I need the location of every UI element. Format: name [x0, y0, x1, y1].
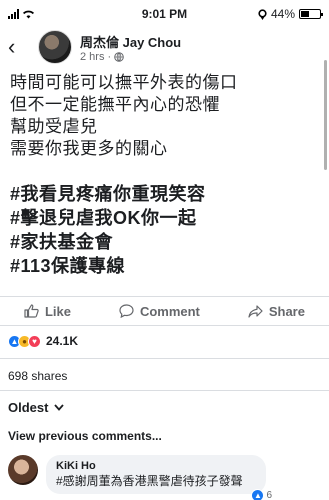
love-reaction-icon: ♥	[28, 334, 41, 348]
battery-icon	[299, 9, 323, 19]
avatar[interactable]	[8, 455, 38, 485]
action-bar: Like Comment Share	[0, 296, 329, 326]
thumbs-up-icon	[24, 304, 39, 318]
wifi-icon	[23, 10, 34, 19]
post-line: 需要你我更多的關心	[10, 139, 168, 158]
post-header: ‹ 周杰倫 Jay Chou 2 hrs ·	[0, 28, 329, 66]
divider	[0, 390, 329, 391]
post-line: 時間可能可以撫平外表的傷口	[10, 73, 238, 92]
hashtag-link[interactable]: #113保護專線	[10, 254, 319, 278]
share-button[interactable]: Share	[248, 304, 305, 319]
hashtag-link[interactable]: #家扶基金會	[10, 230, 319, 254]
share-icon	[248, 304, 263, 318]
comment-reactions[interactable]: ▲ 6	[251, 489, 272, 500]
like-reaction-icon: ▲	[251, 489, 265, 500]
status-bar: 9:01 PM 44%	[0, 0, 329, 28]
view-previous-comments[interactable]: View previous comments...	[8, 429, 162, 443]
signal-wifi	[8, 9, 35, 19]
comment-icon	[119, 304, 134, 318]
reaction-summary[interactable]: ▲ ● ♥ 24.1K	[8, 334, 78, 348]
post-body: 時間可能可以撫平外表的傷口 但不一定能撫平內心的恐懼 幫助受虐兒 需要你我更多的…	[0, 66, 329, 278]
globe-icon	[114, 51, 124, 62]
reaction-count: 24.1K	[46, 334, 79, 348]
signal-icon	[8, 9, 19, 19]
divider	[0, 358, 329, 359]
chevron-left-icon[interactable]: ‹	[8, 36, 30, 58]
chevron-down-icon	[54, 404, 65, 411]
hashtag-link[interactable]: #我看見疼痛你重現笑容	[10, 182, 319, 206]
scrollbar[interactable]	[324, 60, 327, 170]
comment-item: KiKi Ho #感謝周董為香港黑警虐待孩子發聲 ▲ 6	[8, 455, 272, 500]
comment-button[interactable]: Comment	[119, 304, 200, 319]
avatar[interactable]	[38, 30, 72, 64]
comment-text: #感謝周董為香港黑警虐待孩子發聲	[56, 474, 243, 488]
comment-bubble[interactable]: KiKi Ho #感謝周董為香港黑警虐待孩子發聲 ▲ 6	[46, 455, 272, 500]
battery-percent: 44%	[270, 7, 295, 21]
like-button[interactable]: Like	[24, 304, 71, 319]
author-name[interactable]: 周杰倫 Jay Chou	[80, 32, 181, 51]
post-line: 幫助受虐兒	[10, 117, 98, 136]
share-count[interactable]: 698 shares	[8, 369, 67, 383]
post-line: 但不一定能撫平內心的恐懼	[10, 95, 220, 114]
location-icon	[258, 8, 267, 20]
commenter-name[interactable]: KiKi Ho	[56, 460, 256, 472]
comment-sort-dropdown[interactable]: Oldest	[8, 400, 65, 415]
hashtag-link[interactable]: #擊退兒虐我OK你一起	[10, 206, 319, 230]
post-time[interactable]: 2 hrs ·	[80, 51, 111, 63]
